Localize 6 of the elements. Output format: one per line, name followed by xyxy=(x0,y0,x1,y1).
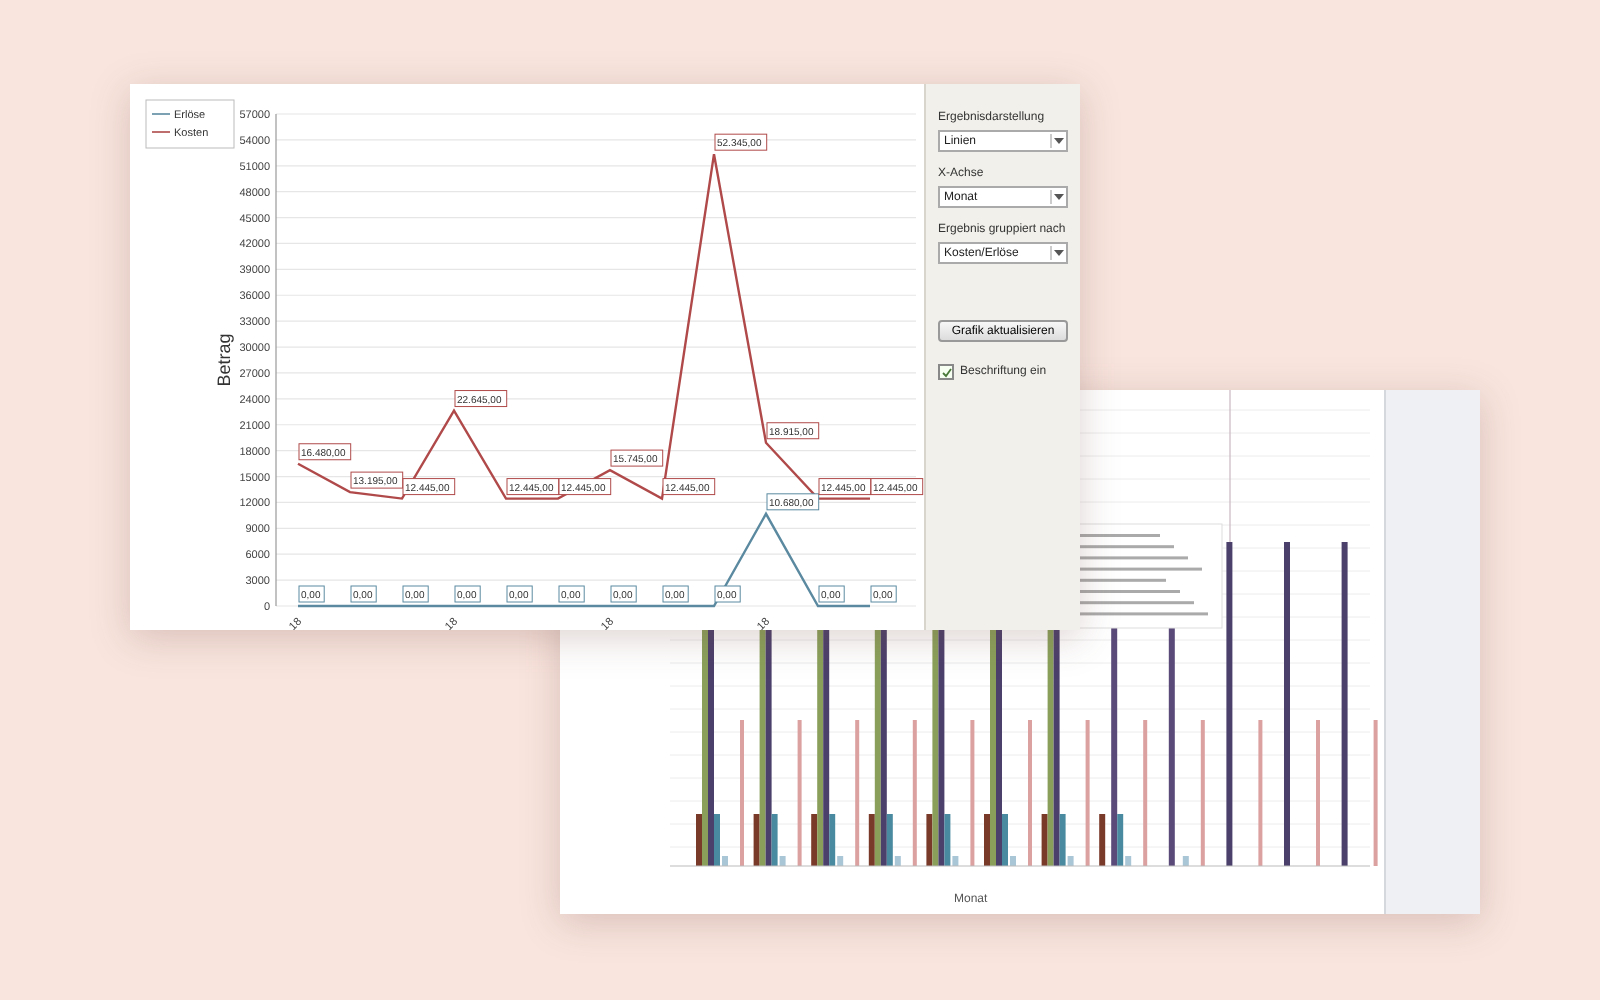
caret-icon xyxy=(1050,134,1066,148)
caret-icon xyxy=(1050,190,1066,204)
chart-legend xyxy=(145,99,235,149)
y-axis-label: Betrag xyxy=(214,333,234,387)
checkbox[interactable] xyxy=(938,364,954,380)
caret-icon xyxy=(1050,246,1066,260)
